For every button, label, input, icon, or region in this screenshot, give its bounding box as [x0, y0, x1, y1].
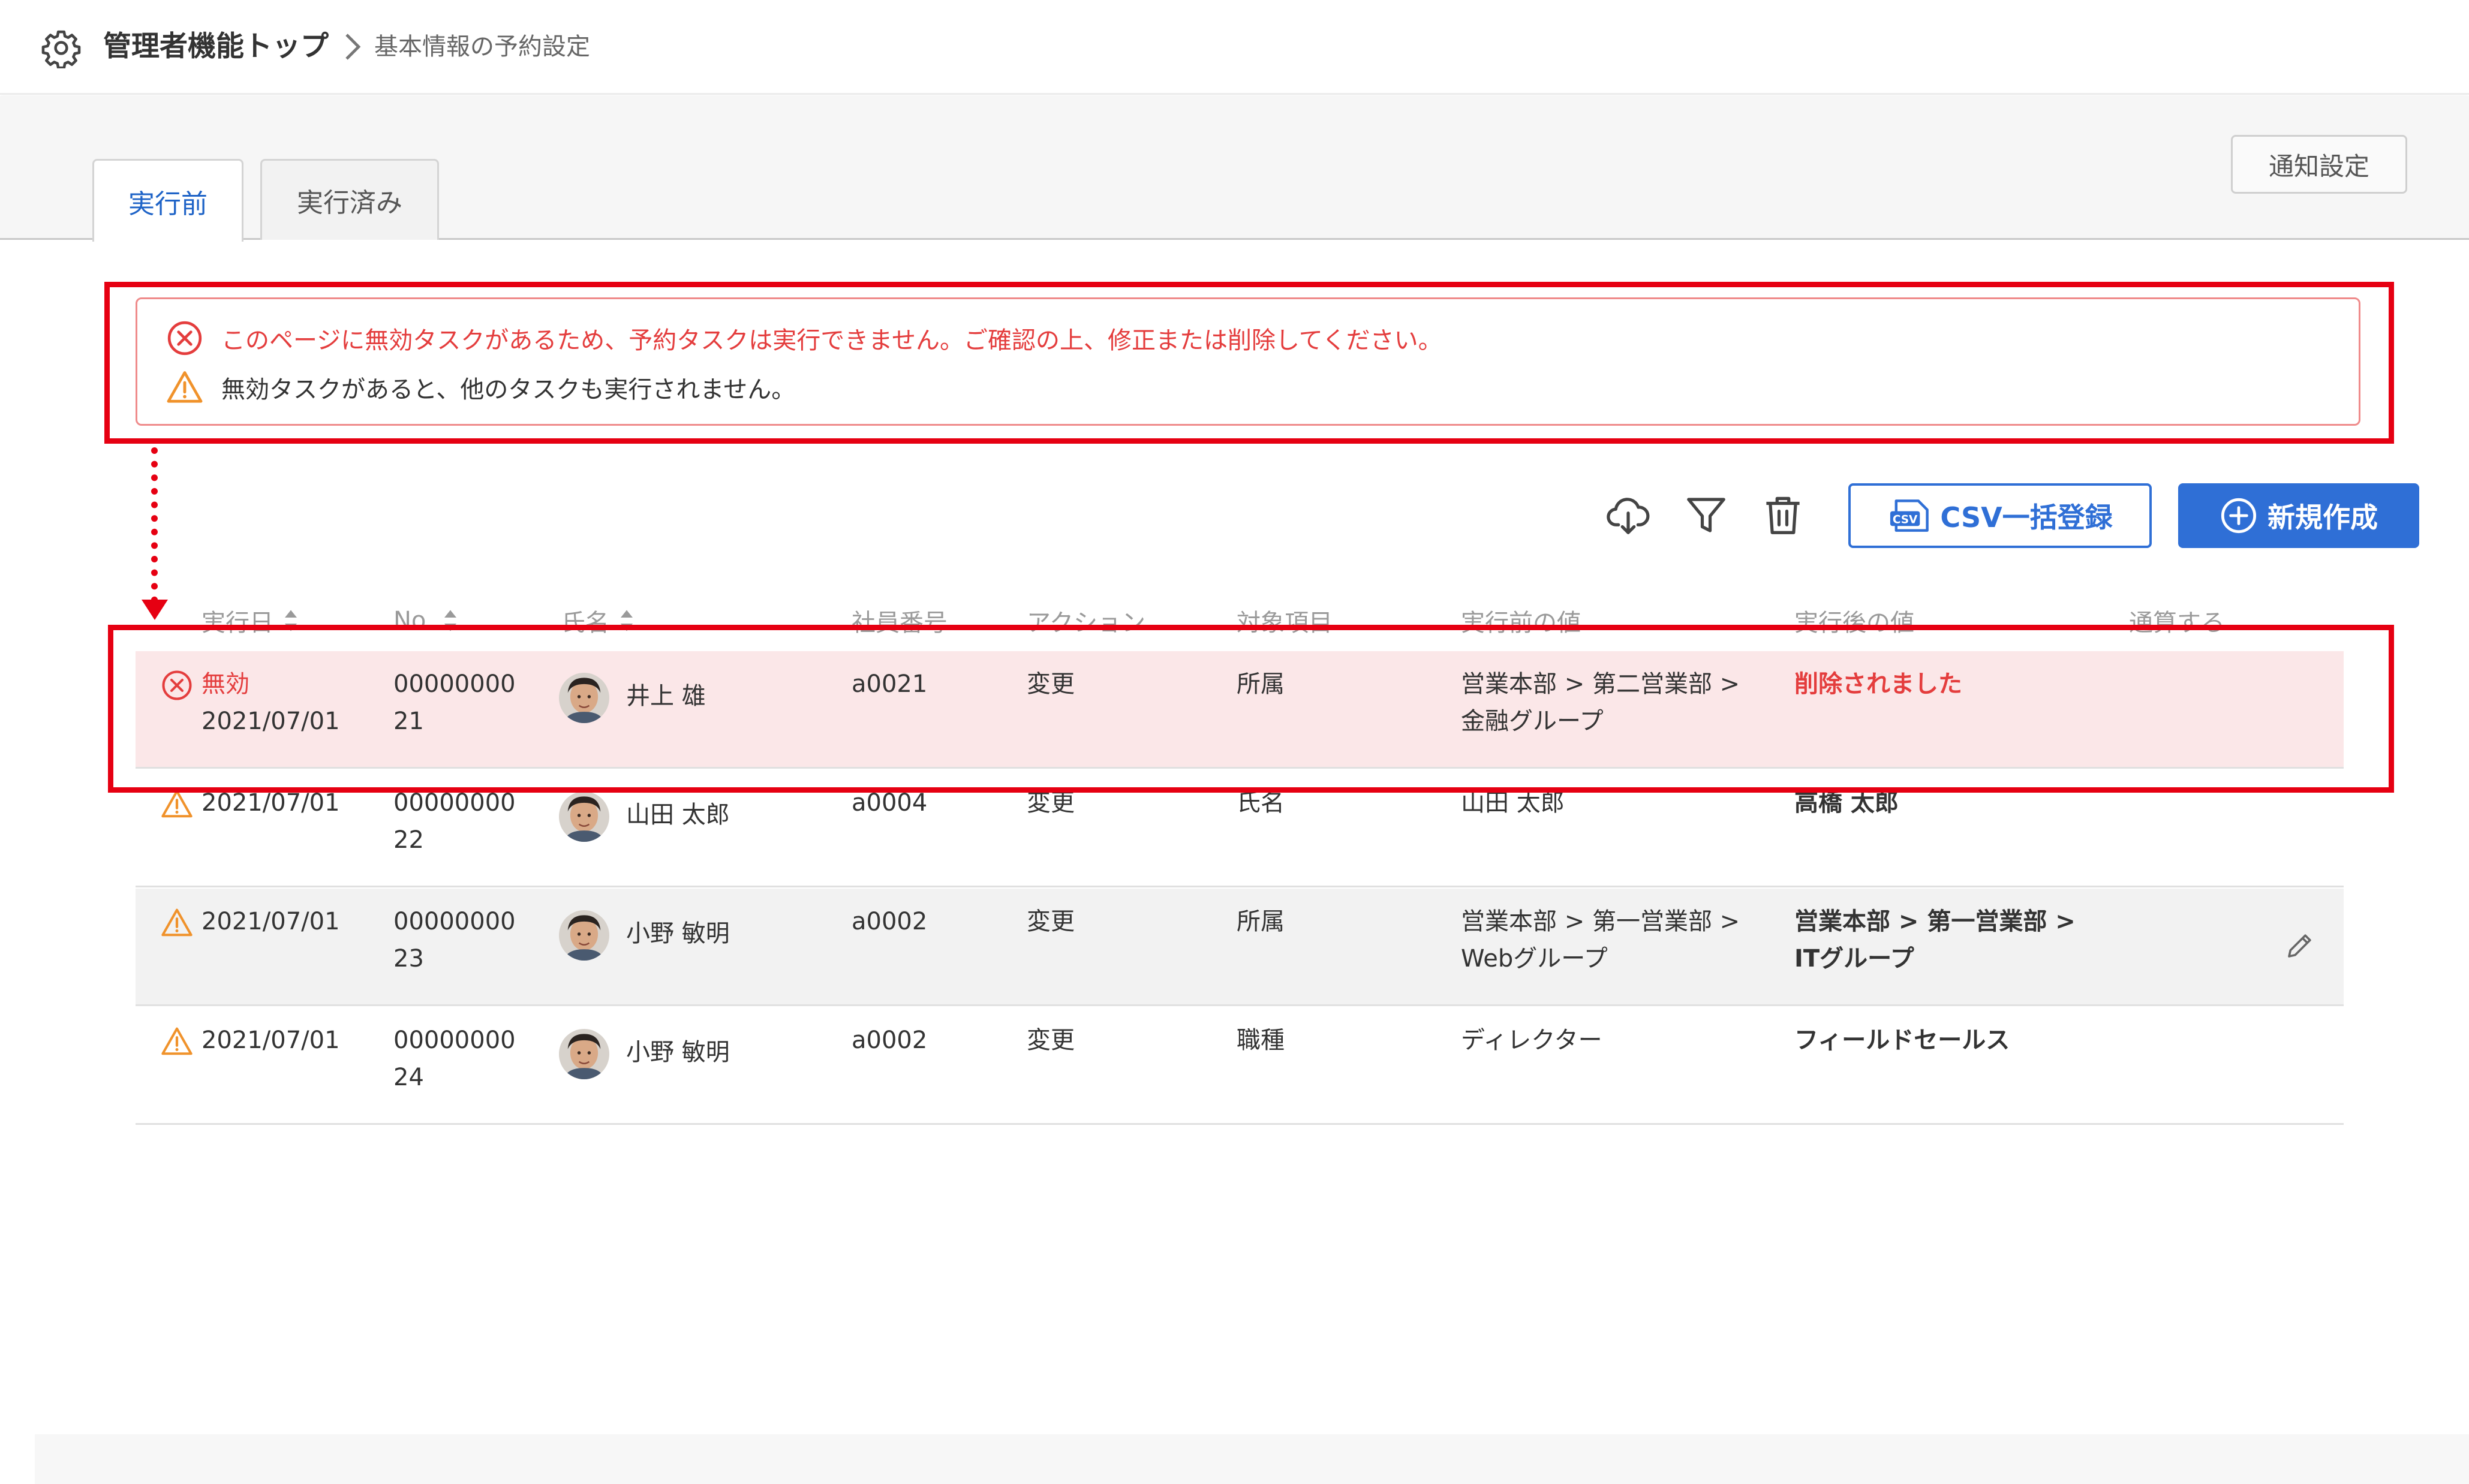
before-value: ディレクター — [1461, 1027, 1602, 1054]
annotation-connector — [151, 447, 158, 603]
action: 変更 — [1027, 908, 1075, 935]
after-value-line2: ITグループ — [1794, 945, 1914, 973]
pencil-edit-icon[interactable] — [2284, 929, 2316, 962]
breadcrumb-root[interactable]: 管理者機能トップ — [103, 26, 329, 67]
filter-icon[interactable] — [1683, 492, 1730, 538]
cloud-download-icon[interactable] — [1605, 492, 1652, 538]
avatar — [559, 791, 609, 842]
csv-bulk-register-button[interactable]: CSV CSV一括登録 — [1848, 483, 2152, 548]
plus-circle-icon — [2221, 498, 2257, 534]
task-number-suffix: 24 — [393, 1064, 424, 1091]
employee-id: a0002 — [852, 908, 928, 935]
tab-bar: 実行前 実行済み 通知設定 — [0, 96, 2469, 242]
chevron-right-icon — [345, 34, 361, 60]
warning-triangle-icon — [161, 1025, 193, 1058]
employee-name[interactable]: 山田 太郎 — [626, 796, 730, 833]
create-new-label: 新規作成 — [2267, 501, 2378, 534]
task-number-suffix: 23 — [393, 945, 424, 973]
tab-before-execution[interactable]: 実行前 — [92, 159, 243, 242]
breadcrumb-current: 基本情報の予約設定 — [374, 33, 590, 61]
target-field: 職種 — [1237, 1027, 1285, 1054]
annotation-arrow-head — [142, 600, 168, 620]
execution-date: 2021/07/01 — [202, 908, 340, 935]
task-number: 00000000 — [393, 908, 516, 935]
csv-button-label: CSV一括登録 — [1940, 501, 2113, 534]
avatar — [559, 1029, 609, 1079]
warning-triangle-icon — [161, 788, 193, 820]
table-row[interactable]: 2021/07/01 00000000 23 小野 敏明 a0002 変更 所属… — [136, 889, 2344, 1006]
target-field: 所属 — [1237, 908, 1285, 935]
after-value: フィールドセールス — [1794, 1027, 2010, 1054]
gear-icon[interactable] — [41, 28, 82, 68]
before-value: 営業本部 > 第一営業部 > — [1461, 908, 1740, 935]
trash-icon[interactable] — [1760, 492, 1806, 538]
employee-id: a0002 — [852, 1027, 928, 1054]
after-value: 営業本部 > 第一営業部 > — [1794, 908, 2076, 935]
execution-date: 2021/07/01 — [202, 1027, 340, 1054]
tab-executed[interactable]: 実行済み — [260, 159, 439, 240]
avatar — [559, 910, 609, 961]
csv-file-icon: CSV — [1890, 499, 1929, 532]
page-footer-band — [35, 1434, 2469, 1484]
warning-triangle-icon — [161, 907, 193, 939]
svg-text:CSV: CSV — [1893, 513, 1918, 526]
employee-name[interactable]: 小野 敏明 — [626, 915, 730, 952]
task-number: 00000000 — [393, 1027, 516, 1054]
table-row[interactable]: 2021/07/01 00000000 24 小野 敏明 a0002 変更 職種… — [136, 1007, 2344, 1125]
create-new-button[interactable]: 新規作成 — [2178, 483, 2419, 548]
action: 変更 — [1027, 1027, 1075, 1054]
annotation-highlight-alert — [104, 282, 2394, 444]
employee-name[interactable]: 小野 敏明 — [626, 1034, 730, 1071]
task-number-suffix: 22 — [393, 826, 424, 854]
notification-settings-button[interactable]: 通知設定 — [2231, 135, 2407, 194]
annotation-highlight-invalid-row — [108, 625, 2394, 793]
top-header: 管理者機能トップ 基本情報の予約設定 — [0, 0, 2469, 95]
before-value-line2: Webグループ — [1461, 945, 1608, 973]
